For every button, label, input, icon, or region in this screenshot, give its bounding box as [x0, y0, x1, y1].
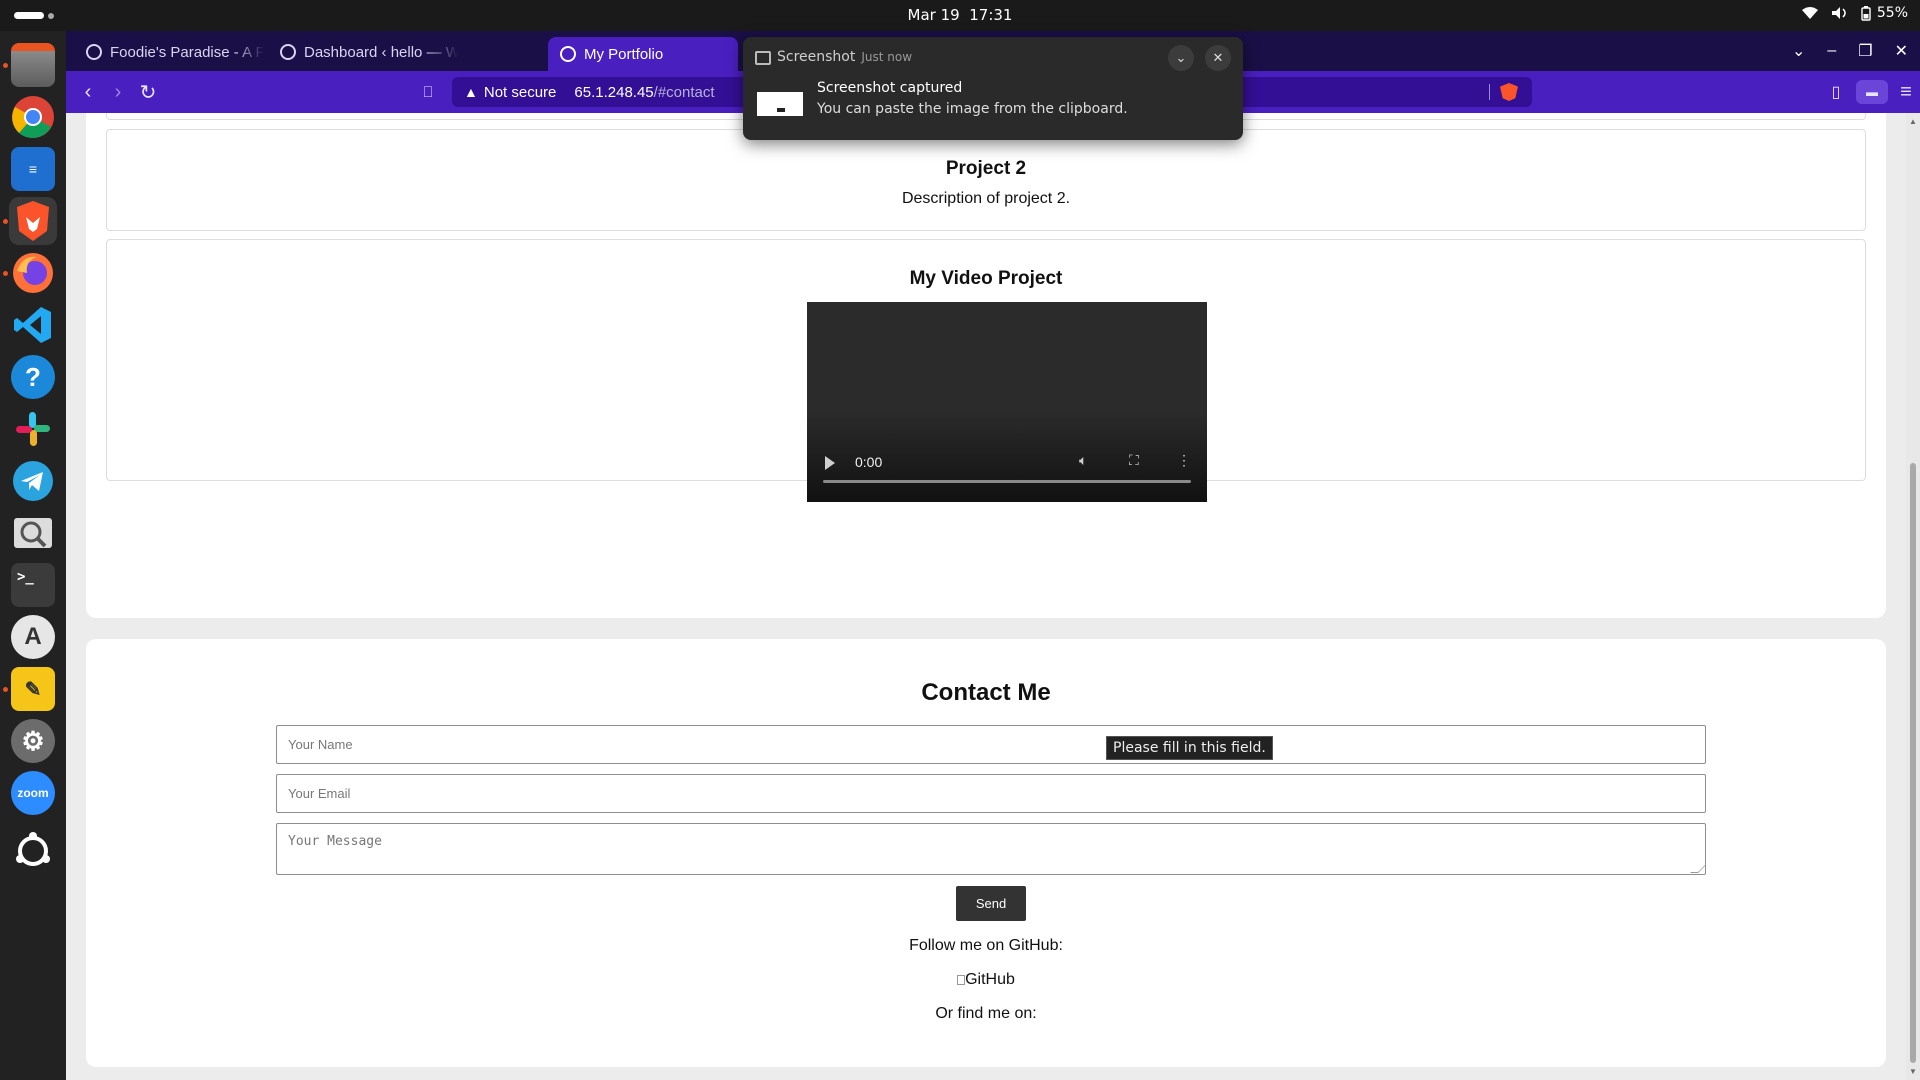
telegram-app-icon[interactable] [9, 457, 57, 505]
project-2-card: Project 2 Description of project 2. [106, 129, 1866, 231]
video-project-card: My Video Project 0:00 🔈︎ ⛶ ⋮ [106, 239, 1866, 502]
email-field[interactable] [276, 774, 1706, 813]
name-field[interactable] [276, 725, 1706, 764]
battery-icon [1861, 5, 1871, 21]
projects-section: Project 2 Description of project 2. My V… [86, 113, 1886, 618]
dock: ≡ ? >_ A ✎ ⚙ zoom [0, 31, 66, 1080]
bookmark-icon[interactable]: ⎕ [416, 80, 440, 104]
forward-button[interactable]: › [106, 80, 130, 104]
notification-header: Screenshot Just now [777, 49, 912, 65]
minimize-button[interactable]: – [1827, 42, 1836, 60]
project-2-description: Description of project 2. [901, 190, 1071, 207]
scroll-down-arrow-icon[interactable]: ▼ [1909, 1067, 1917, 1076]
chrome-app-icon[interactable] [9, 93, 57, 141]
terminal-app-icon[interactable]: >_ [9, 561, 57, 609]
firefox-app-icon[interactable] [9, 249, 57, 297]
back-button[interactable]: ‹ [76, 80, 100, 104]
tab-label: My Portfolio [584, 45, 664, 63]
vscode-app-icon[interactable] [9, 301, 57, 349]
contact-section: Contact Me Send Follow me on GitHub: Git… [86, 639, 1886, 1067]
volume-icon [1831, 7, 1846, 19]
github-alt-text: GitHub [965, 971, 1015, 988]
project-2-title: Project 2 [945, 158, 1027, 179]
software-center-app-icon[interactable]: A [9, 613, 57, 661]
screenshot-app-icon [755, 51, 771, 65]
show-apps-icon[interactable] [9, 827, 57, 875]
expand-chevron-icon[interactable]: ⌄ [1168, 45, 1194, 71]
mute-icon[interactable]: 🔈︎ [1079, 452, 1087, 469]
tab-my-portfolio[interactable]: My Portfolio [548, 37, 738, 71]
tab-list-chevron-icon[interactable]: ⌄ [1792, 41, 1805, 61]
send-button[interactable]: Send [956, 886, 1026, 921]
brave-wallet-icon[interactable]: ▬ [1856, 80, 1888, 104]
more-options-icon[interactable]: ⋮ [1177, 452, 1191, 469]
writer-app-icon[interactable]: ≡ [9, 145, 57, 193]
image-viewer-app-icon[interactable] [9, 509, 57, 557]
video-controls: 0:00 🔈︎ ⛶ ⋮ [807, 438, 1207, 502]
text-editor-app-icon[interactable]: ✎ [9, 665, 57, 713]
menu-icon[interactable]: ≡ [1894, 80, 1918, 104]
message-field[interactable] [276, 823, 1706, 875]
globe-icon [86, 44, 102, 60]
tab-wordpress-dashboard[interactable]: Dashboard ‹ hello — WordP [268, 37, 458, 67]
brave-app-icon[interactable] [9, 197, 57, 245]
video-time: 0:00 [855, 454, 883, 470]
close-notification-icon[interactable]: ✕ [1205, 45, 1231, 71]
page-viewport: Project 2 Description of project 2. My V… [66, 113, 1920, 1080]
follow-github-text: Follow me on GitHub: [909, 937, 1063, 954]
page-scrollbar[interactable]: ▲ ▼ [1906, 113, 1920, 1080]
video-project-title: My Video Project [909, 268, 1063, 289]
find-me-text: Or find me on: [935, 1005, 1037, 1022]
broken-image-icon [957, 975, 966, 985]
brave-shields-icon[interactable] [1500, 83, 1518, 101]
notification-title: Screenshot captured [817, 80, 963, 96]
slack-app-icon[interactable] [9, 405, 57, 453]
url-host: 65.1.248.45 [574, 83, 654, 101]
clock[interactable]: Mar 19 17:31 [0, 6, 1920, 24]
url-path: /#contact [653, 83, 715, 101]
warning-icon: ▲ [464, 84, 478, 100]
system-tray[interactable]: 55% [1801, 5, 1908, 21]
scroll-up-arrow-icon[interactable]: ▲ [1909, 117, 1917, 126]
reload-button[interactable]: ↻ [136, 80, 160, 104]
video-player[interactable]: 0:00 🔈︎ ⛶ ⋮ [807, 302, 1207, 502]
globe-icon [280, 44, 296, 60]
close-window-button[interactable]: ✕ [1895, 41, 1908, 61]
screenshot-thumbnail [757, 92, 803, 116]
wifi-icon [1801, 7, 1818, 19]
clock-date: Mar 19 [907, 6, 960, 24]
fullscreen-icon[interactable]: ⛶ [1129, 452, 1139, 469]
sidebar-toggle-icon[interactable]: ▯ [1824, 80, 1848, 104]
screenshot-notification[interactable]: Screenshot Just now ⌄ ✕ Screenshot captur… [743, 37, 1243, 140]
tab-foodies-paradise[interactable]: Foodie's Paradise - A Food B [74, 37, 264, 67]
notification-body: You can paste the image from the clipboa… [817, 101, 1128, 117]
scrollbar-thumb[interactable] [1910, 463, 1916, 1063]
settings-app-icon[interactable]: ⚙ [9, 717, 57, 765]
validation-tooltip: Please fill in this field. [1106, 736, 1273, 760]
github-image-link[interactable]: GitHub [86, 971, 1886, 989]
zoom-app-icon[interactable]: zoom [9, 769, 57, 817]
notification-time: Just now [861, 50, 913, 64]
help-app-icon[interactable]: ? [9, 353, 57, 401]
play-icon[interactable] [825, 456, 835, 470]
security-label[interactable]: Not secure [484, 84, 557, 101]
system-top-bar: Mar 19 17:31 55% [0, 0, 1920, 31]
clock-time: 17:31 [969, 6, 1013, 24]
notification-app-name: Screenshot [777, 49, 856, 65]
globe-icon [560, 46, 576, 62]
battery-percent: 55% [1876, 5, 1908, 21]
files-app-icon[interactable] [9, 41, 57, 89]
video-progress-bar[interactable] [823, 480, 1191, 483]
contact-title: Contact Me [921, 679, 1051, 706]
maximize-button[interactable]: ❐ [1858, 41, 1872, 61]
